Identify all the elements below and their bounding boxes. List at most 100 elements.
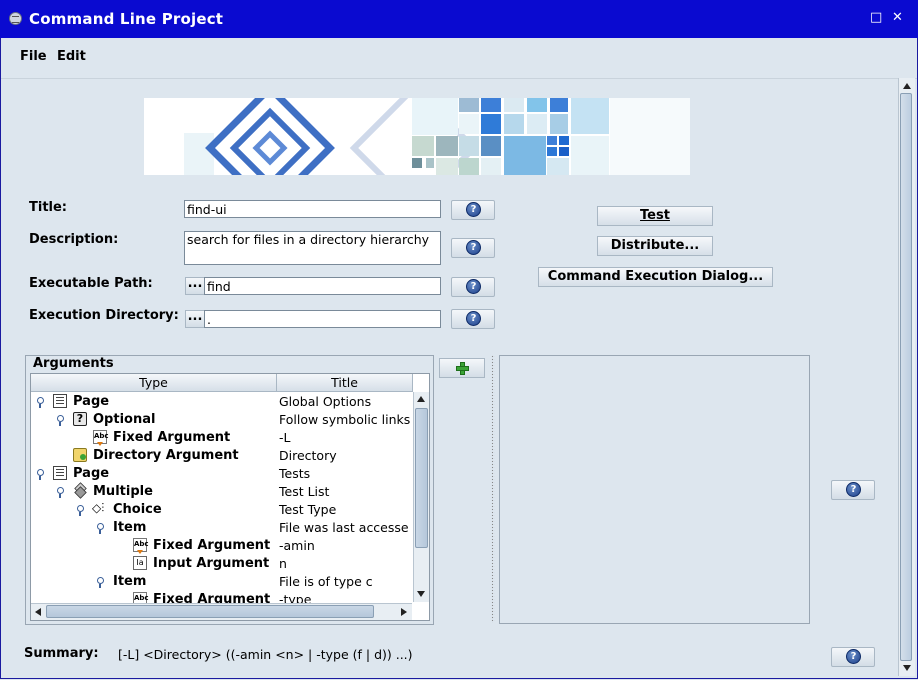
banner-image: [144, 98, 690, 175]
tree-handle-icon[interactable]: [97, 577, 104, 588]
tree-row[interactable]: Item File is of type c: [31, 573, 412, 591]
row-title: Tests: [279, 466, 311, 481]
maximize-button[interactable]: □: [870, 10, 882, 25]
page-icon: [53, 466, 67, 480]
window-vertical-scrollbar[interactable]: [898, 78, 915, 676]
execution-directory-label: Execution Directory:: [29, 308, 179, 323]
browse-executable-button[interactable]: ...: [185, 277, 205, 295]
row-title: File is of type c: [279, 574, 373, 589]
test-button[interactable]: Test: [597, 206, 713, 226]
command-execution-dialog-button[interactable]: Command Execution Dialog...: [538, 267, 773, 287]
summary-label: Summary:: [24, 646, 99, 661]
executable-path-label: Executable Path:: [29, 276, 153, 291]
title-input[interactable]: [184, 200, 441, 218]
summary-help-button[interactable]: ?: [831, 647, 875, 667]
title-bar[interactable]: Command Line Project □ ✕: [0, 0, 918, 38]
description-input[interactable]: search for files in a directory hierarch…: [184, 231, 441, 265]
row-title: Follow symbolic links: [279, 412, 411, 427]
row-title: -L: [279, 430, 291, 445]
help-icon: ?: [846, 649, 861, 664]
distribute-button[interactable]: Distribute...: [597, 236, 713, 256]
execution-directory-help-button[interactable]: ?: [451, 309, 495, 329]
row-type: Page: [73, 394, 110, 409]
app-icon[interactable]: [9, 12, 22, 25]
split-pane-divider[interactable]: [491, 355, 495, 623]
executable-path-help-button[interactable]: ?: [451, 277, 495, 297]
help-icon: ?: [466, 202, 481, 217]
arguments-table[interactable]: Type Title Page Global Options ? Optiona…: [30, 373, 430, 621]
title-help-button[interactable]: ?: [451, 200, 495, 220]
menu-file[interactable]: File: [20, 49, 47, 64]
summary-value: [-L] <Directory> ((-amin <n> | -type (f …: [118, 647, 413, 662]
tree-handle-icon[interactable]: [77, 505, 84, 516]
browse-directory-button[interactable]: ...: [185, 310, 205, 328]
row-type: Item: [113, 574, 147, 589]
tree-row[interactable]: Abc Fixed Argument -L: [31, 429, 412, 447]
fixed-argument-icon: Abc: [93, 430, 109, 446]
table-horizontal-scrollbar[interactable]: [31, 603, 412, 620]
tree-handle-icon[interactable]: [57, 415, 64, 426]
arguments-help-button[interactable]: ?: [831, 480, 875, 500]
scroll-up-icon[interactable]: [903, 83, 911, 89]
vertical-scroll-thumb[interactable]: [415, 408, 428, 548]
tree-row[interactable]: ◇⫶ Choice Test Type: [31, 501, 412, 519]
scroll-left-icon[interactable]: [35, 608, 41, 616]
help-icon: ?: [466, 279, 481, 294]
close-button[interactable]: ✕: [892, 10, 903, 25]
description-help-button[interactable]: ?: [451, 238, 495, 258]
tree-row[interactable]: Page Global Options: [31, 393, 412, 411]
help-icon: ?: [846, 482, 861, 497]
row-type: Input Argument: [153, 556, 270, 571]
help-icon: ?: [466, 240, 481, 255]
tree-handle-icon[interactable]: [57, 487, 64, 498]
arguments-legend: Arguments: [31, 356, 116, 371]
add-argument-button[interactable]: [439, 358, 485, 378]
menu-edit[interactable]: Edit: [57, 49, 86, 64]
window-scroll-thumb[interactable]: [900, 93, 912, 661]
tree-row[interactable]: ? Optional Follow symbolic links: [31, 411, 412, 429]
row-type: Item: [113, 520, 147, 535]
tree-handle-icon[interactable]: [37, 397, 44, 408]
fixed-argument-icon: Abc: [133, 538, 149, 554]
row-type: Choice: [113, 502, 162, 517]
menu-bar: File Edit: [0, 38, 918, 79]
input-argument-icon: Ia: [133, 556, 147, 570]
tree-row[interactable]: Page Tests: [31, 465, 412, 483]
row-type: Optional: [93, 412, 156, 427]
row-title: n: [279, 556, 287, 571]
scroll-right-icon[interactable]: [401, 608, 407, 616]
scroll-down-icon[interactable]: [903, 665, 911, 671]
tree-handle-icon[interactable]: [97, 523, 104, 534]
row-title: -amin: [279, 538, 315, 553]
argument-details-panel: [499, 355, 810, 624]
horizontal-scroll-thumb[interactable]: [46, 605, 374, 618]
row-title: Directory: [279, 448, 337, 463]
tree-row[interactable]: Abc Fixed Argument -amin: [31, 537, 412, 555]
window-title: Command Line Project: [29, 10, 224, 28]
page-icon: [53, 394, 67, 408]
tree-handle-icon[interactable]: [37, 469, 44, 480]
title-label: Title:: [29, 200, 68, 215]
help-icon: ?: [466, 311, 481, 326]
row-type: Fixed Argument: [153, 592, 271, 603]
plus-icon: [456, 362, 469, 375]
directory-argument-icon: [73, 448, 87, 462]
row-type: Fixed Argument: [153, 538, 271, 553]
optional-icon: ?: [73, 412, 87, 426]
tree-row[interactable]: Directory Argument Directory: [31, 447, 412, 465]
scroll-down-icon[interactable]: [417, 591, 425, 597]
execution-directory-input[interactable]: [204, 310, 441, 328]
column-header-type[interactable]: Type: [31, 374, 277, 392]
tree-row[interactable]: Multiple Test List: [31, 483, 412, 501]
column-header-title[interactable]: Title: [277, 374, 413, 392]
scroll-up-icon[interactable]: [417, 396, 425, 402]
tree-row[interactable]: Abc Fixed Argument -type: [31, 591, 412, 603]
tree-row[interactable]: Ia Input Argument n: [31, 555, 412, 573]
row-title: File was last accesse: [279, 520, 409, 535]
tree-row[interactable]: Item File was last accesse: [31, 519, 412, 537]
executable-path-input[interactable]: [204, 277, 441, 295]
table-vertical-scrollbar[interactable]: [413, 392, 429, 602]
row-title: Global Options: [279, 394, 372, 409]
choice-icon: ◇⫶: [92, 501, 105, 515]
row-type: Directory Argument: [93, 448, 239, 463]
